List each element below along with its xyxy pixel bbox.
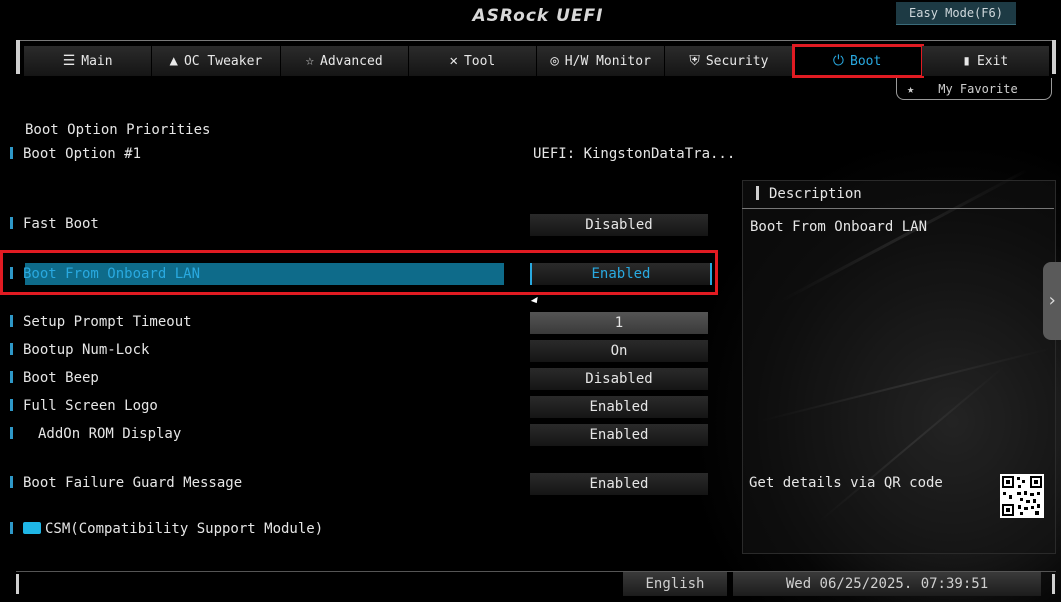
fast-boot-value[interactable]: Disabled [530, 214, 708, 236]
item-marker [10, 371, 13, 383]
item-marker [10, 476, 13, 488]
tab-main[interactable]: ☰ Main [24, 46, 153, 76]
addon-rom-display-value[interactable]: Enabled [530, 424, 708, 446]
my-favorite-button[interactable]: ★ My Favorite [896, 78, 1052, 100]
item-marker [10, 343, 13, 355]
side-panel-toggle[interactable]: › [1043, 262, 1061, 340]
datetime-display: Wed 06/25/2025. 07:39:51 [733, 572, 1041, 596]
setting-boot-option-1[interactable]: Boot Option #1 [10, 142, 141, 166]
item-marker [10, 399, 13, 411]
setting-label: AddOn ROM Display [38, 426, 182, 442]
star-icon: ☆ [305, 53, 315, 69]
mouse-cursor-icon [530, 296, 541, 306]
setting-addon-rom-display[interactable]: AddOn ROM Display [10, 422, 181, 446]
tab-label: Main [81, 53, 113, 69]
description-text: Boot From Onboard LAN [750, 219, 928, 235]
footer-edge-left [16, 574, 19, 594]
main-tab-bar: ☰ Main ▲ OC Tweaker ☆ Advanced ✕ Tool ◎ … [24, 44, 1050, 78]
item-marker [10, 522, 13, 534]
tab-tool[interactable]: ✕ Tool [408, 46, 537, 76]
power-icon: ⏻ [832, 53, 844, 69]
easy-mode-button[interactable]: Easy Mode(F6) [896, 2, 1016, 25]
tab-boot[interactable]: ⏻ Boot [791, 44, 924, 78]
nav-edge-left [16, 40, 20, 74]
tools-icon: ✕ [449, 53, 458, 69]
submenu-csm[interactable]: CSM(Compatibility Support Module) [10, 517, 323, 541]
description-header: Description [742, 180, 1054, 209]
description-title: Description [769, 186, 862, 202]
setting-boot-failure-guard-message[interactable]: Boot Failure Guard Message [10, 471, 242, 495]
setting-label: Full Screen Logo [23, 398, 158, 414]
setting-label: Bootup Num-Lock [23, 342, 150, 358]
tab-hw-monitor[interactable]: ◎ H/W Monitor [537, 46, 666, 76]
setting-full-screen-logo[interactable]: Full Screen Logo [10, 394, 158, 418]
item-marker [10, 427, 13, 439]
tab-label: Boot [850, 53, 882, 69]
setup-prompt-timeout-input[interactable]: 1 [530, 312, 708, 334]
qr-code-image [1000, 474, 1044, 518]
tab-label: Security [705, 53, 769, 69]
setting-label: Fast Boot [23, 216, 99, 232]
tab-label: Advanced [320, 53, 383, 69]
my-favorite-label: My Favorite [938, 81, 1018, 96]
setting-label: Setup Prompt Timeout [23, 314, 192, 330]
asrock-uefi-logo: ASRock UEFI [472, 6, 604, 26]
rocket-icon: ▲ [169, 53, 178, 69]
folder-icon [23, 522, 41, 534]
footer-edge-right [1052, 574, 1055, 594]
language-button[interactable]: English [623, 572, 727, 596]
item-marker [10, 147, 13, 159]
tab-advanced[interactable]: ☆ Advanced [280, 46, 409, 76]
nav-edge-right [1052, 40, 1056, 74]
chevron-right-icon: › [1046, 290, 1058, 311]
qr-caption: Get details via QR code [749, 475, 943, 491]
annotation-highlight-outline [0, 250, 718, 295]
header-marker [756, 186, 759, 200]
tab-oc-tweaker[interactable]: ▲ OC Tweaker [152, 46, 281, 76]
section-title-boot-option-priorities: Boot Option Priorities [25, 122, 211, 138]
tab-label: Exit [976, 53, 1009, 69]
list-icon: ☰ [62, 53, 76, 69]
setting-bootup-num-lock[interactable]: Bootup Num-Lock [10, 338, 149, 362]
item-marker [10, 217, 13, 229]
setting-fast-boot[interactable]: Fast Boot [10, 212, 99, 236]
exit-door-icon: ▮ [962, 53, 971, 69]
tab-label: OC Tweaker [183, 53, 263, 69]
monitor-icon: ◎ [550, 53, 559, 69]
item-marker [10, 315, 13, 327]
setting-label: Boot Failure Guard Message [23, 475, 243, 491]
bootup-num-lock-value[interactable]: On [530, 340, 708, 362]
setting-boot-beep[interactable]: Boot Beep [10, 366, 99, 390]
submenu-label: CSM(Compatibility Support Module) [45, 521, 324, 537]
favorite-star-icon: ★ [907, 81, 915, 96]
setting-label: Boot Beep [23, 370, 99, 386]
boot-beep-value[interactable]: Disabled [530, 368, 708, 390]
tab-security[interactable]: ⛨ Security [665, 46, 794, 76]
setting-setup-prompt-timeout[interactable]: Setup Prompt Timeout [10, 310, 192, 334]
boot-failure-guard-value[interactable]: Enabled [530, 473, 708, 495]
tab-label: Tool [463, 53, 496, 69]
full-screen-logo-value[interactable]: Enabled [530, 396, 708, 418]
shield-icon: ⛨ [689, 53, 700, 69]
tab-exit[interactable]: ▮ Exit [921, 46, 1050, 76]
tab-label: H/W Monitor [564, 53, 651, 69]
boot-option-1-value[interactable]: UEFI: KingstonDataTra... [533, 143, 735, 165]
setting-label: Boot Option #1 [23, 146, 142, 162]
